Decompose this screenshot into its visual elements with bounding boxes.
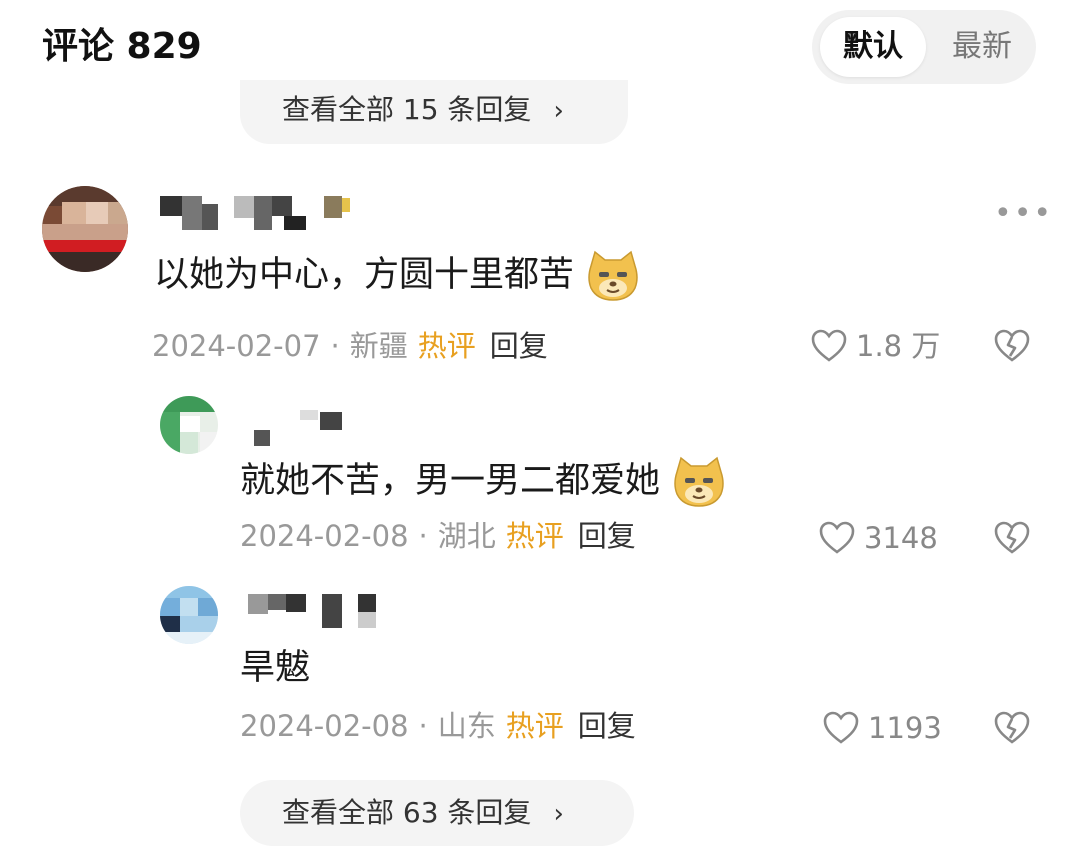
like-count: 1193: [868, 711, 942, 745]
avatar[interactable]: [42, 186, 128, 272]
view-all-replies-label: 查看全部 63 条回复: [282, 796, 532, 829]
separator-dot: ·: [418, 709, 428, 743]
broken-heart-icon: [994, 521, 1030, 554]
like-button[interactable]: 1.8 万: [810, 326, 940, 366]
broken-heart-icon: [994, 329, 1030, 362]
hot-comment-badge: 热评: [505, 519, 564, 553]
reply-meta: 2024-02-08 · 湖北 热评 回复: [240, 516, 636, 556]
more-options-icon[interactable]: •••: [994, 196, 1053, 231]
comment-text: 以她为中心，方圆十里都苦: [154, 248, 641, 304]
hot-comment-badge: 热评: [505, 709, 564, 743]
chevron-right-icon: ›: [553, 799, 564, 829]
sort-default-tab[interactable]: 默认: [820, 17, 926, 77]
reply-button[interactable]: 回复: [578, 709, 636, 743]
avatar[interactable]: [160, 586, 218, 644]
separator-dot: ·: [418, 519, 428, 553]
separator-dot: ·: [330, 329, 340, 363]
sort-latest-tab[interactable]: 最新: [936, 17, 1028, 77]
reply-meta: 2024-02-08 · 山东 热评 回复: [240, 706, 636, 746]
reply-date: 2024-02-08: [240, 709, 409, 743]
chevron-right-icon: ›: [553, 96, 564, 126]
heart-outline-icon: [819, 521, 855, 554]
comment-meta: 2024-02-07 · 新疆 热评 回复: [152, 326, 548, 366]
username-blurred[interactable]: [248, 594, 380, 628]
comment-location: 新疆: [349, 329, 408, 363]
view-all-replies-button[interactable]: 查看全部 15 条回复 ›: [240, 80, 628, 144]
reply-text: 旱魃: [240, 648, 311, 688]
like-count: 3148: [864, 521, 938, 555]
username-blurred[interactable]: [160, 196, 350, 230]
dislike-button[interactable]: [992, 328, 1032, 368]
doge-emoji-icon: [674, 456, 724, 507]
reply-location: 湖北: [437, 519, 496, 553]
view-all-replies-label: 查看全部 15 条回复: [282, 93, 532, 126]
comment-date: 2024-02-07: [152, 329, 321, 363]
broken-heart-icon: [994, 711, 1030, 744]
avatar[interactable]: [160, 396, 218, 454]
reply-date: 2024-02-08: [240, 519, 409, 553]
like-button[interactable]: 1193: [822, 708, 942, 748]
reply-location: 山东: [437, 709, 496, 743]
like-button[interactable]: 3148: [818, 518, 938, 558]
reply-text: 就她不苦，男一男二都爱她: [240, 454, 727, 510]
like-count: 1.8 万: [856, 329, 941, 363]
dislike-button[interactable]: [992, 710, 1032, 750]
hot-comment-badge: 热评: [417, 329, 476, 363]
sort-toggle: 默认 最新: [812, 10, 1036, 84]
reply-button[interactable]: 回复: [578, 519, 636, 553]
view-all-replies-button[interactable]: 查看全部 63 条回复 ›: [240, 780, 634, 846]
heart-outline-icon: [811, 329, 847, 362]
page-title: 评论 829: [42, 26, 202, 67]
username-blurred[interactable]: [250, 410, 350, 446]
reply-button[interactable]: 回复: [490, 329, 548, 363]
heart-outline-icon: [823, 711, 859, 744]
doge-emoji-icon: [588, 250, 638, 301]
dislike-button[interactable]: [992, 520, 1032, 560]
